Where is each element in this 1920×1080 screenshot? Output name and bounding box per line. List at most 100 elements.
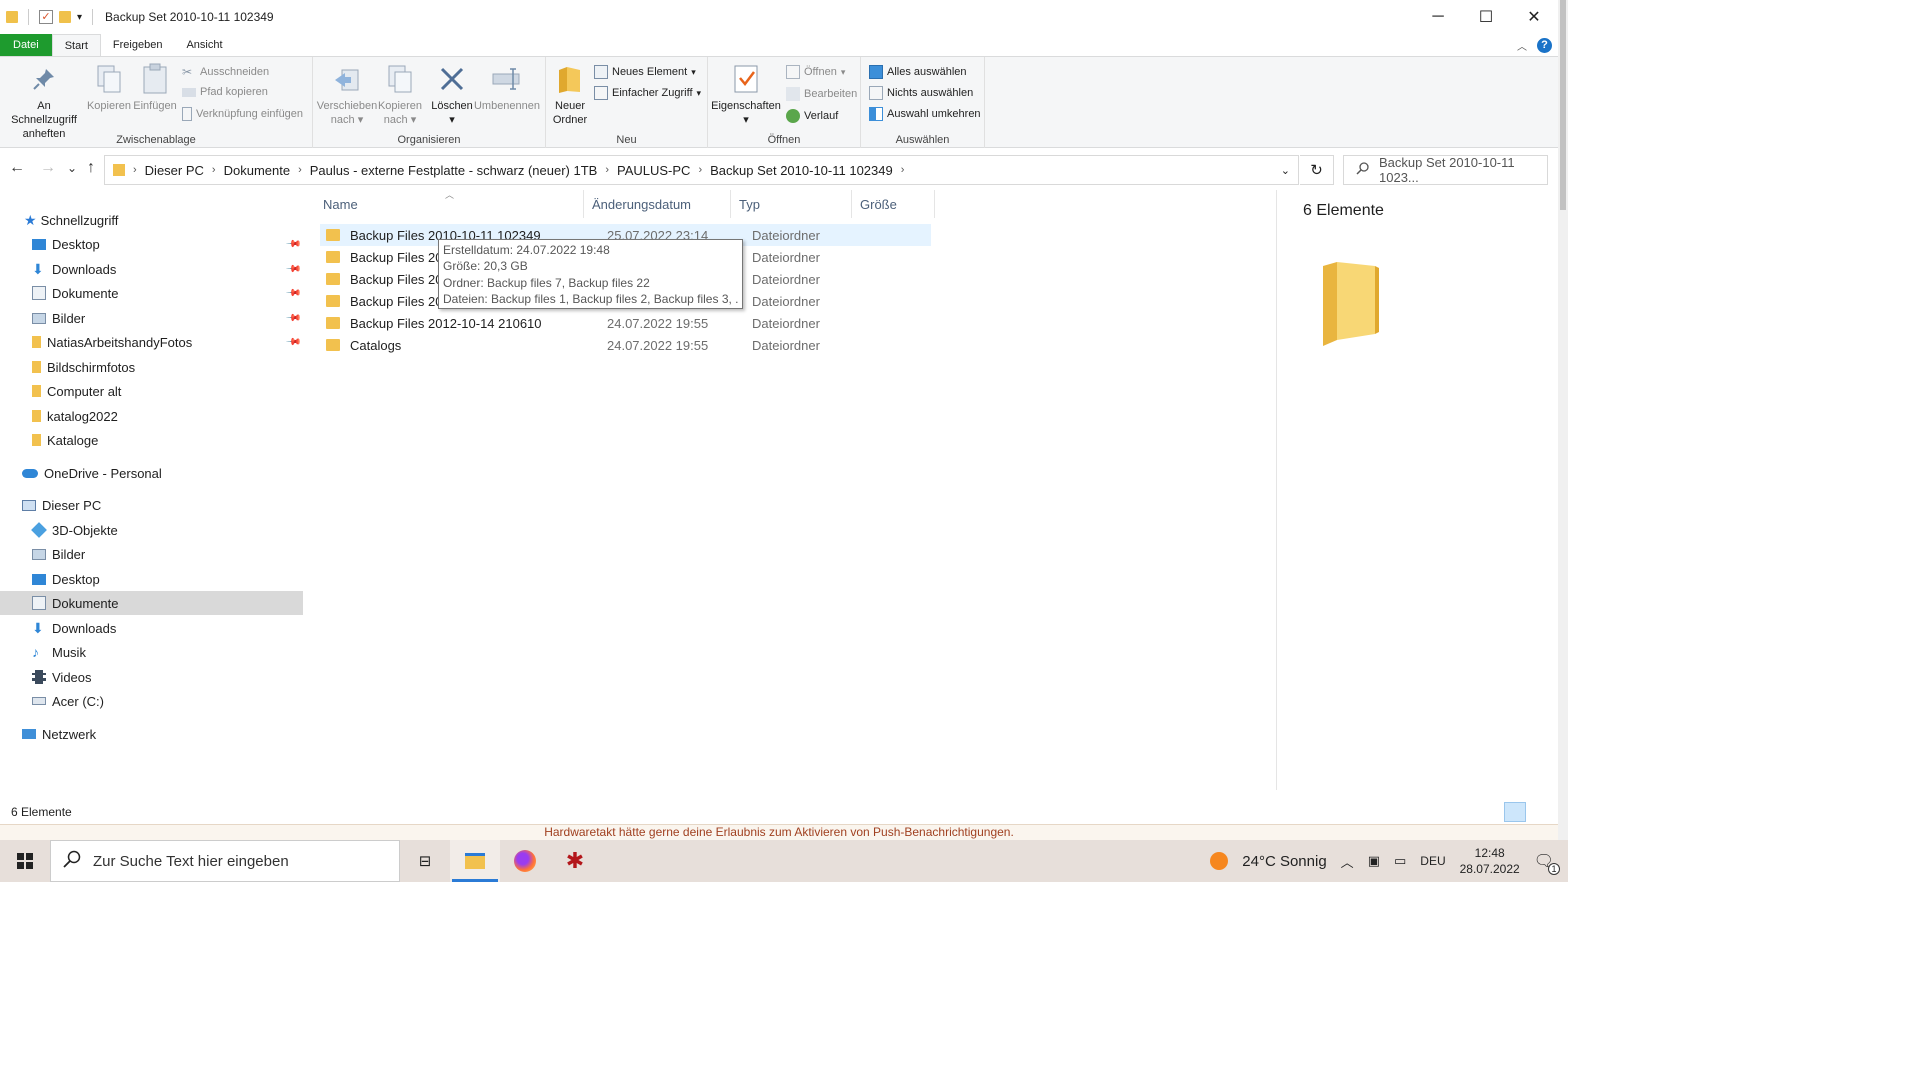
search-box[interactable]: Backup Set 2010-10-11 1023...: [1343, 155, 1548, 185]
taskbar-search-input[interactable]: Zur Suche Text hier eingeben: [93, 853, 289, 870]
nav-quick-documents[interactable]: Dokumente 📌: [0, 281, 303, 305]
battery-icon[interactable]: ▭: [1394, 853, 1406, 869]
details-view-button[interactable]: [1504, 802, 1526, 822]
refresh-button[interactable]: ↻: [1300, 155, 1334, 185]
breadcrumb-separator[interactable]: ›: [133, 164, 137, 176]
minimize-button[interactable]: ─: [1414, 0, 1462, 34]
invert-selection-button[interactable]: Auswahl umkehren: [869, 107, 981, 121]
breadcrumb-separator[interactable]: ›: [901, 164, 905, 176]
delete-button[interactable]: Löschen ▾: [428, 63, 476, 127]
large-icons-view-button[interactable]: [1530, 802, 1552, 822]
select-none-button[interactable]: Nichts auswählen: [869, 86, 973, 100]
language-indicator[interactable]: DEU: [1420, 854, 1445, 868]
pin-quick-access-button[interactable]: An Schnellzugriff anheften: [4, 63, 84, 141]
breadcrumb-item[interactable]: Backup Set 2010-10-11 102349: [710, 163, 893, 178]
properties-dropdown-icon[interactable]: ▾: [743, 113, 749, 127]
nav-quick-pictures[interactable]: Bilder 📌: [0, 306, 303, 330]
move-to-button[interactable]: Verschieben nach ▾: [317, 63, 377, 127]
history-button[interactable]: Verlauf: [786, 109, 838, 123]
new-item-button[interactable]: Neues Element ▾: [594, 65, 696, 79]
easy-access-button[interactable]: Einfacher Zugriff ▾: [594, 86, 701, 100]
breadcrumb-item[interactable]: Dieser PC: [145, 163, 204, 178]
nav-pc-pictures[interactable]: Bilder: [0, 542, 303, 566]
tray-overflow-icon[interactable]: ︿: [1341, 852, 1354, 871]
up-button[interactable]: ↑: [87, 159, 95, 177]
nav-pc-drive-c[interactable]: Acer (C:): [0, 689, 303, 713]
tab-view[interactable]: Ansicht: [174, 34, 234, 56]
column-header-date[interactable]: Änderungsdatum: [584, 190, 731, 218]
tab-share[interactable]: Freigeben: [101, 34, 175, 56]
delete-dropdown-icon[interactable]: ▾: [449, 113, 455, 127]
new-folder-qat-icon[interactable]: [59, 11, 71, 23]
weather-sun-icon[interactable]: [1210, 852, 1229, 870]
nav-quick-folder[interactable]: NatiasArbeitshandyFotos 📌: [0, 330, 303, 354]
nav-quick-folder[interactable]: Computer alt: [0, 379, 303, 403]
pin-icon[interactable]: 📌: [284, 236, 301, 253]
back-button[interactable]: ←: [9, 159, 25, 177]
nav-network[interactable]: Netzwerk: [0, 722, 303, 746]
vertical-scrollbar[interactable]: [1558, 0, 1568, 840]
notification-center-icon[interactable]: 🗨 1: [1534, 851, 1560, 875]
column-header-size[interactable]: Größe: [852, 190, 935, 218]
open-button[interactable]: Öffnen ▾: [786, 65, 845, 79]
nav-quick-folder[interactable]: Kataloge: [0, 428, 303, 452]
copy-to-button[interactable]: Kopieren nach ▾: [375, 63, 425, 127]
tab-start[interactable]: Start: [51, 34, 101, 56]
qat-dropdown-icon[interactable]: ▾: [77, 12, 82, 23]
breadcrumb-separator[interactable]: ›: [298, 164, 302, 176]
pin-icon[interactable]: 📌: [284, 285, 301, 302]
breadcrumb-item[interactable]: Paulus - externe Festplatte - schwarz (n…: [310, 163, 598, 178]
nav-pc-downloads[interactable]: ⬇ Downloads: [0, 616, 303, 640]
copy-button[interactable]: Kopieren: [86, 63, 132, 113]
cut-button[interactable]: ✂ Ausschneiden: [182, 65, 269, 79]
start-button[interactable]: [0, 840, 50, 882]
nav-pc-videos[interactable]: Videos: [0, 665, 303, 689]
tab-file[interactable]: Datei: [0, 34, 52, 56]
paste-shortcut-button[interactable]: Verknüpfung einfügen: [182, 107, 303, 121]
file-row[interactable]: Backup Files 2012-10-14 210610 24.07.202…: [320, 312, 931, 334]
properties-qat-icon[interactable]: ✓: [39, 10, 53, 24]
file-row[interactable]: Catalogs 24.07.2022 19:55 Dateiordner: [320, 334, 931, 356]
recent-locations-button[interactable]: ⌄: [67, 161, 77, 175]
edit-button[interactable]: Bearbeiten: [786, 87, 857, 101]
new-folder-button[interactable]: Neuer Ordner: [550, 63, 590, 127]
taskbar-firefox[interactable]: [500, 840, 550, 882]
nav-quick-folder[interactable]: katalog2022: [0, 404, 303, 428]
nav-quick-access[interactable]: ★ Schnellzugriff: [0, 208, 303, 232]
clock[interactable]: 12:48 28.07.2022: [1460, 845, 1520, 877]
column-header-name[interactable]: Name: [315, 190, 584, 218]
collapse-ribbon-icon[interactable]: ︿: [1517, 38, 1527, 53]
search-input[interactable]: Backup Set 2010-10-11 1023...: [1379, 155, 1547, 185]
nav-pc-3d-objects[interactable]: 3D-Objekte: [0, 518, 303, 542]
close-button[interactable]: ✕: [1510, 0, 1558, 34]
nav-onedrive[interactable]: OneDrive - Personal: [0, 461, 303, 485]
select-all-button[interactable]: Alles auswählen: [869, 65, 967, 79]
copy-path-button[interactable]: Pfad kopieren: [182, 86, 268, 98]
maximize-button[interactable]: ☐: [1462, 0, 1510, 34]
breadcrumb-separator[interactable]: ›: [212, 164, 216, 176]
address-bar[interactable]: › Dieser PC › Dokumente › Paulus - exter…: [104, 155, 1299, 185]
help-icon[interactable]: ?: [1537, 37, 1552, 53]
address-dropdown-button[interactable]: ⌄: [1281, 164, 1290, 177]
pin-icon[interactable]: 📌: [284, 310, 301, 327]
breadcrumb-separator[interactable]: ›: [698, 164, 702, 176]
breadcrumb-item[interactable]: Dokumente: [224, 163, 290, 178]
taskbar-file-explorer[interactable]: [450, 840, 500, 882]
column-header-type[interactable]: Typ: [731, 190, 852, 218]
taskbar-app[interactable]: ✱: [550, 840, 600, 882]
nav-pc-documents[interactable]: Dokumente: [0, 591, 303, 615]
breadcrumb-item[interactable]: PAULUS-PC: [617, 163, 690, 178]
paste-button[interactable]: Einfügen: [133, 63, 177, 113]
properties-button[interactable]: Eigenschaften ▾: [711, 63, 781, 127]
scrollbar-thumb[interactable]: [1560, 0, 1566, 210]
task-view-button[interactable]: ⊟: [400, 840, 450, 882]
weather-text[interactable]: 24°C Sonnig: [1242, 853, 1326, 870]
nav-quick-downloads[interactable]: ⬇ Downloads 📌: [0, 257, 303, 281]
pin-icon[interactable]: 📌: [284, 334, 301, 351]
breadcrumb-separator[interactable]: ›: [605, 164, 609, 176]
nav-quick-folder[interactable]: Bildschirmfotos: [0, 355, 303, 379]
nav-this-pc[interactable]: Dieser PC: [0, 493, 303, 517]
nav-quick-desktop[interactable]: Desktop 📌: [0, 232, 303, 256]
nav-pc-music[interactable]: ♪ Musik: [0, 640, 303, 664]
rename-button[interactable]: Umbenennen: [474, 63, 540, 113]
